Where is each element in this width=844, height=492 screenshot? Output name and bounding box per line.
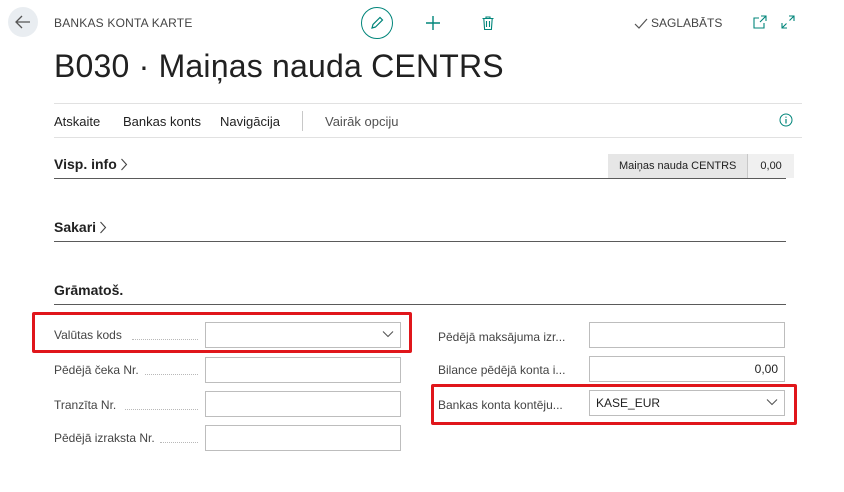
last-payment-input[interactable] bbox=[589, 322, 785, 348]
last-check-no-label: Pēdējā čeka Nr. bbox=[54, 363, 139, 377]
new-button[interactable] bbox=[424, 14, 442, 32]
back-arrow-icon bbox=[15, 15, 30, 29]
last-check-no-input[interactable] bbox=[205, 357, 401, 383]
action-separator bbox=[302, 111, 303, 131]
info-icon bbox=[779, 113, 793, 127]
checkmark-icon bbox=[634, 18, 648, 29]
summary-value: 0,00 bbox=[747, 154, 794, 178]
plus-icon bbox=[426, 16, 440, 30]
expand-button[interactable] bbox=[780, 14, 796, 30]
last-statement-no-leader bbox=[160, 441, 198, 443]
expand-icon bbox=[781, 15, 795, 29]
transit-no-input[interactable] bbox=[205, 391, 401, 417]
section-general-divider bbox=[54, 178, 786, 179]
trash-icon bbox=[482, 16, 494, 30]
open-new-window-button[interactable] bbox=[752, 14, 768, 30]
open-in-new-window-icon bbox=[753, 15, 767, 29]
action-report[interactable]: Atskaite bbox=[54, 114, 100, 129]
summary-name: Maiņas nauda CENTRS bbox=[608, 154, 748, 178]
posting-group-highlight bbox=[431, 384, 797, 425]
last-payment-label: Pēdējā maksājuma izr... bbox=[438, 330, 566, 344]
saved-status-text: SAGLABĀTS bbox=[651, 16, 723, 30]
currency-code-highlight bbox=[32, 312, 412, 353]
edit-button[interactable] bbox=[361, 7, 393, 39]
action-bar-bottom-divider bbox=[54, 137, 802, 138]
pencil-icon bbox=[371, 16, 384, 29]
section-summary: Maiņas nauda CENTRS 0,00 bbox=[608, 154, 794, 178]
section-contacts-header[interactable]: Sakari bbox=[54, 219, 107, 235]
last-statement-no-input[interactable] bbox=[205, 425, 401, 451]
balance-last-input[interactable]: 0,00 bbox=[589, 356, 785, 382]
balance-last-value: 0,00 bbox=[754, 362, 778, 376]
info-button[interactable] bbox=[778, 112, 794, 128]
section-contacts-divider bbox=[54, 241, 786, 242]
balance-last-label: Bilance pēdējā konta i... bbox=[438, 363, 566, 377]
chevron-right-icon bbox=[120, 158, 127, 170]
section-posting-divider bbox=[54, 304, 786, 305]
page-title: B030 · Maiņas nauda CENTRS bbox=[54, 48, 504, 84]
action-more-options[interactable]: Vairāk opciju bbox=[325, 114, 398, 129]
section-posting-title: Grāmatoš. bbox=[54, 282, 124, 298]
last-check-no-leader bbox=[145, 373, 198, 375]
chevron-right-icon bbox=[100, 221, 107, 233]
page-context-label: BANKAS KONTA KARTE bbox=[54, 16, 193, 30]
section-general-title: Visp. info bbox=[54, 156, 117, 172]
transit-no-leader bbox=[125, 408, 198, 410]
last-statement-no-label: Pēdējā izraksta Nr. bbox=[54, 431, 155, 445]
section-posting-header[interactable]: Grāmatoš. bbox=[54, 282, 123, 298]
delete-button[interactable] bbox=[480, 14, 496, 32]
saved-status: SAGLABĀTS bbox=[634, 16, 722, 30]
back-button[interactable] bbox=[8, 7, 38, 37]
action-navigation[interactable]: Navigācija bbox=[220, 114, 280, 129]
section-general-header[interactable]: Visp. info bbox=[54, 156, 128, 172]
action-bank-account[interactable]: Bankas konts bbox=[123, 114, 201, 129]
transit-no-label: Tranzīta Nr. bbox=[54, 398, 117, 412]
section-contacts-title: Sakari bbox=[54, 219, 97, 235]
action-bar-top-divider bbox=[54, 103, 802, 104]
